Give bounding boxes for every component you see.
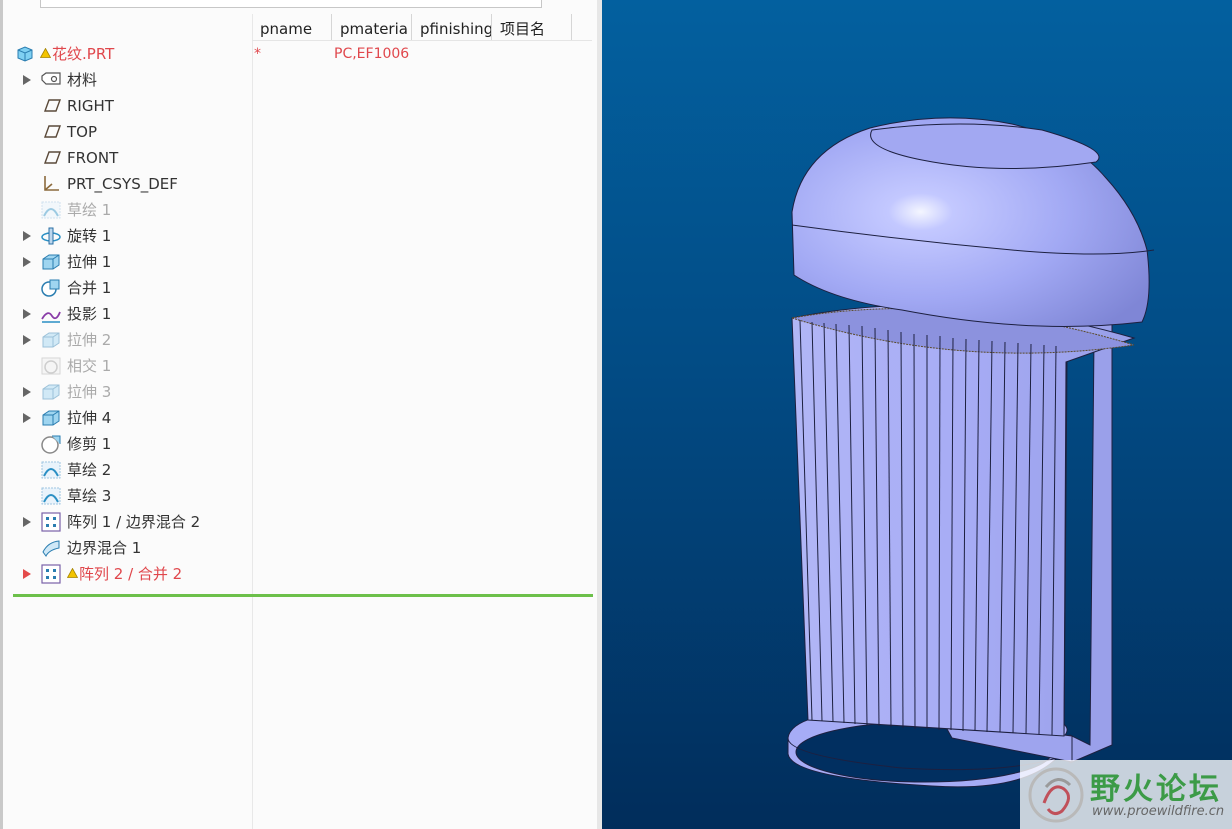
pattern-icon (40, 564, 62, 584)
tree-item-label: 草绘 1 (67, 201, 112, 219)
tree-row[interactable]: 投影 1 (0, 301, 592, 327)
expand-arrow-icon[interactable] (23, 75, 31, 85)
projection-icon (40, 304, 62, 324)
revolve-icon (40, 226, 62, 246)
expand-arrow-icon[interactable] (23, 257, 31, 267)
graphics-viewport[interactable] (602, 0, 1232, 829)
tree-row[interactable]: 材料 (0, 67, 592, 93)
tree-row[interactable]: 拉伸 2 (0, 327, 592, 353)
tree-row[interactable]: 草绘 2 (0, 457, 592, 483)
watermark-title: 野火论坛 (1090, 772, 1222, 807)
tree-item-label: 拉伸 1 (67, 253, 112, 271)
model-tree-panel: pname pmateria pfinishing 项目名 花纹.PRT * PC,… (0, 0, 601, 829)
pattern-icon (40, 512, 62, 532)
column-header-pmaterial[interactable]: pmateria (332, 14, 412, 40)
intersect-icon (40, 356, 62, 376)
tree-row[interactable]: 草绘 3 (0, 483, 592, 509)
tree-item-label: 材料 (67, 71, 98, 89)
extrude-icon (40, 408, 62, 428)
tree-item-label: 边界混合 1 (67, 539, 142, 557)
tree-row[interactable]: 拉伸 4 (0, 405, 592, 431)
tree-row[interactable]: 合并 1 (0, 275, 592, 301)
datum-plane-icon (40, 96, 62, 116)
merge-icon (40, 278, 62, 298)
fluted-barrel (791, 304, 1136, 737)
tree-row[interactable]: 草绘 1 (0, 197, 592, 223)
tree-row[interactable]: 旋转 1 (0, 223, 592, 249)
tree-row[interactable]: 修剪 1 (0, 431, 592, 457)
boundary-blend-icon (40, 538, 62, 558)
extrude-icon (40, 252, 62, 272)
column-header-pfinishing[interactable]: pfinishing (412, 14, 492, 40)
sketch-icon (40, 460, 62, 480)
expand-arrow-icon[interactable] (23, 517, 31, 527)
tree-item-label: 合并 1 (67, 279, 112, 297)
datum-plane-icon (40, 148, 62, 168)
expand-arrow-icon[interactable] (23, 335, 31, 345)
warning-icon (66, 563, 79, 582)
coordinate-system-icon (40, 174, 62, 194)
tree-row[interactable]: 拉伸 1 (0, 249, 592, 275)
tree-row[interactable]: 花纹.PRT * PC,EF1006 (0, 41, 592, 67)
tree-item-label: 旋转 1 (67, 227, 112, 245)
pname-cell[interactable]: * (254, 44, 261, 64)
tree-filter-input[interactable] (40, 0, 542, 8)
expand-arrow-icon[interactable] (23, 413, 31, 423)
watermark-logo (1028, 767, 1084, 823)
forum-watermark: 野火论坛 www.proewildfire.cn (1020, 760, 1232, 829)
trim-icon (40, 434, 62, 454)
sketch-icon (40, 200, 62, 220)
warning-icon (39, 43, 52, 62)
tree-row[interactable]: RIGHT (0, 93, 592, 119)
tree-row[interactable]: FRONT (0, 145, 592, 171)
expand-arrow-icon[interactable] (23, 231, 31, 241)
tree-item-label: PRT_CSYS_DEF (67, 175, 178, 193)
tree-item-label: 阵列 2 / 合并 2 (79, 565, 183, 583)
tree-row[interactable]: 拉伸 3 (0, 379, 592, 405)
part-icon (15, 44, 37, 64)
expand-arrow-icon[interactable] (23, 569, 31, 579)
column-header-pname[interactable]: pname (252, 14, 332, 40)
tree-item-label: 拉伸 2 (67, 331, 112, 349)
tree-item-label: 草绘 3 (67, 487, 112, 505)
tree-row[interactable]: 阵列 2 / 合并 2 (0, 561, 592, 587)
model-render (787, 117, 1155, 788)
tree-row[interactable]: 边界混合 1 (0, 535, 592, 561)
tree-item-label: FRONT (67, 149, 119, 167)
tree-item-label: 拉伸 3 (67, 383, 112, 401)
tree-item-label: 阵列 1 / 边界混合 2 (67, 513, 201, 531)
tree-item-label: 花纹.PRT (52, 45, 115, 63)
tree-item-label: 投影 1 (67, 305, 112, 323)
pmaterial-cell[interactable]: PC,EF1006 (334, 44, 410, 64)
insert-here-indicator[interactable] (13, 594, 593, 597)
tree-item-label: 相交 1 (67, 357, 112, 375)
column-header-project-name[interactable]: 项目名 (492, 14, 572, 40)
sketch-icon (40, 486, 62, 506)
tree-row[interactable]: 阵列 1 / 边界混合 2 (0, 509, 592, 535)
tree-item-label: 拉伸 4 (67, 409, 112, 427)
tree-item-label: 草绘 2 (67, 461, 112, 479)
tree-item-label: TOP (67, 123, 98, 141)
tree-item-label: 修剪 1 (67, 435, 112, 453)
extrude-icon (40, 382, 62, 402)
material-icon (40, 70, 62, 90)
tree-item-label: RIGHT (67, 97, 114, 115)
expand-arrow-icon[interactable] (23, 309, 31, 319)
tree-row[interactable]: 相交 1 (0, 353, 592, 379)
expand-arrow-icon[interactable] (23, 387, 31, 397)
extrude-icon (40, 330, 62, 350)
dome-cap (791, 117, 1155, 327)
tree-row[interactable]: TOP (0, 119, 592, 145)
datum-plane-icon (40, 122, 62, 142)
tree-row[interactable]: PRT_CSYS_DEF (0, 171, 592, 197)
watermark-url: www.proewildfire.cn (1092, 804, 1225, 819)
